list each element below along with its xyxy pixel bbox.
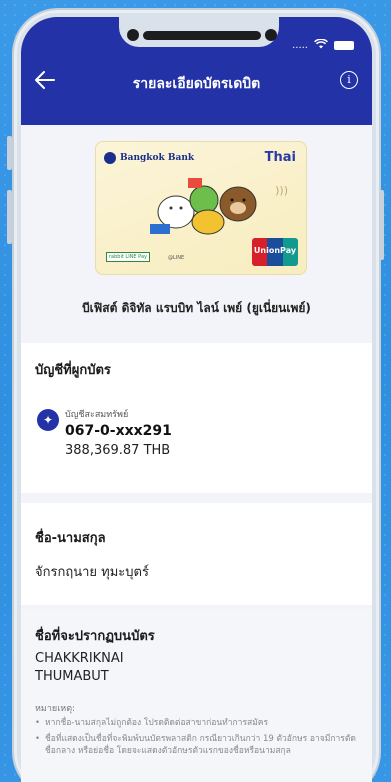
card-display-name-section: ชื่อที่จะปรากฏบนบัตร CHAKKRIKNAI THUMABU… — [21, 609, 372, 782]
power-button — [379, 190, 384, 260]
card-last-name: THUMABUT — [35, 669, 109, 684]
bank-logo: Bangkok Bank — [104, 152, 194, 164]
volume-button — [7, 190, 12, 244]
card-preview-section: Bangkok Bank Thai ))) rabbit LINE Pay @L… — [21, 125, 372, 343]
card-first-name: CHAKKRIKNAI — [35, 651, 124, 666]
account-number: 067-0-xxx291 — [65, 423, 172, 439]
network-label: UnionPay — [253, 246, 297, 255]
notes-title: หมายเหตุ: — [35, 704, 76, 714]
linepay-label: rabbit LINE Pay — [106, 252, 150, 262]
account-balance: 388,369.87 THB — [65, 443, 171, 458]
app-screen: ..... รายละเอียดบัตรเดบิต i Bangkok Bank… — [21, 17, 372, 782]
owner-full-name: จักรกฤนาย ทุมะบุตร์ — [35, 565, 149, 580]
line-characters-illustration — [150, 178, 257, 235]
battery-icon — [334, 41, 354, 50]
info-icon[interactable]: i — [340, 71, 358, 89]
page-title: รายละเอียดบัตรเดบิต — [132, 76, 261, 92]
line-label: @LINE — [168, 255, 185, 261]
status-bar: ..... — [292, 38, 354, 52]
camera — [127, 29, 139, 41]
card-display-title: ชื่อที่จะปรากฏบนบัตร — [35, 629, 155, 644]
bank-name: Bangkok Bank — [120, 153, 195, 163]
debit-card-image: Bangkok Bank Thai ))) rabbit LINE Pay @L… — [95, 141, 307, 275]
contactless-icon: ))) — [275, 184, 288, 197]
linked-account-title: บัญชีที่ผูกบัตร — [35, 363, 111, 378]
volume-button — [7, 136, 12, 170]
card-product-name: บีเฟิสต์ ดิจิทัล แรบบิท ไลน์ เพย์ (ยูเนี… — [82, 301, 311, 315]
app-header: ..... รายละเอียดบัตรเดบิต i — [21, 17, 372, 125]
note-item: หากชื่อ-นามสกุลไม่ถูกต้อง โปรดติดต่อสาขา… — [35, 717, 358, 730]
note-item: ชื่อที่แสดงเป็นชื่อที่จะพิมพ์บนบัตรพลาสต… — [35, 733, 358, 758]
wifi-icon — [314, 38, 328, 52]
owner-name-section: ชื่อ-นามสกุล จักรกฤนาย ทุมะบุตร์ — [21, 503, 372, 605]
thai-logo: Thai — [264, 150, 296, 165]
speaker — [143, 31, 261, 40]
owner-name-title: ชื่อ-นามสกุล — [35, 531, 106, 546]
camera — [265, 29, 277, 41]
signal-text: ..... — [292, 40, 308, 51]
linked-account-section: บัญชีที่ผูกบัตร ✦ บัญชีสะสมทรัพย์ 067-0-… — [21, 343, 372, 493]
account-type: บัญชีสะสมทรัพย์ — [65, 410, 129, 420]
unionpay-logo: UnionPay — [252, 238, 298, 266]
bangkok-bank-icon: ✦ — [37, 409, 59, 431]
bangkok-bank-icon — [104, 152, 116, 164]
